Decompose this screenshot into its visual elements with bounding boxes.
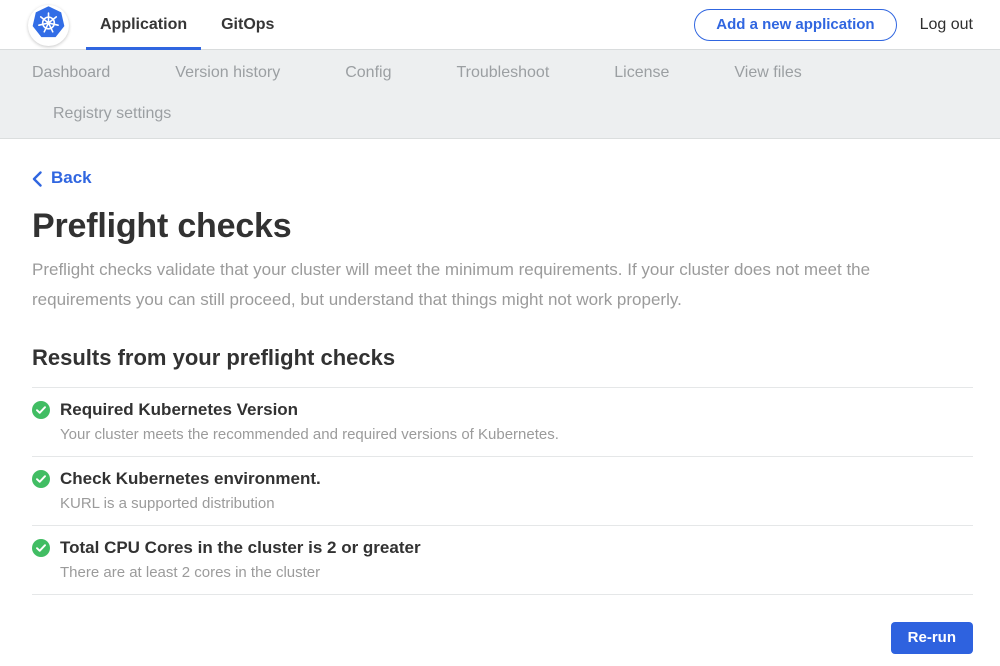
check-pass-icon bbox=[32, 470, 50, 488]
page-title: Preflight checks bbox=[32, 207, 973, 246]
app-subnav: Dashboard Version history Config Trouble… bbox=[0, 50, 1000, 139]
check-title: Required Kubernetes Version bbox=[60, 400, 559, 420]
check-row-kubernetes-environment: Check Kubernetes environment. KURL is a … bbox=[32, 456, 973, 525]
subnav-item-registry-settings[interactable]: Registry settings bbox=[53, 105, 171, 123]
tab-gitops-label: GitOps bbox=[221, 16, 274, 34]
logout-link[interactable]: Log out bbox=[920, 16, 973, 34]
check-text: Total CPU Cores in the cluster is 2 or g… bbox=[60, 538, 421, 581]
subnav-item-dashboard[interactable]: Dashboard bbox=[32, 64, 110, 82]
subnav-row-1: Dashboard Version history Config Trouble… bbox=[0, 52, 1000, 93]
kubernetes-helm-icon bbox=[30, 4, 67, 46]
check-pass-icon bbox=[32, 539, 50, 557]
check-detail: Your cluster meets the recommended and r… bbox=[60, 426, 559, 443]
check-text: Check Kubernetes environment. KURL is a … bbox=[60, 469, 321, 512]
check-detail: There are at least 2 cores in the cluste… bbox=[60, 564, 421, 581]
tab-gitops[interactable]: GitOps bbox=[207, 0, 288, 49]
check-row-cpu-cores: Total CPU Cores in the cluster is 2 or g… bbox=[32, 525, 973, 594]
check-detail: KURL is a supported distribution bbox=[60, 495, 321, 512]
add-new-application-button[interactable]: Add a new application bbox=[694, 9, 896, 41]
preflight-results-list: Required Kubernetes Version Your cluster… bbox=[32, 387, 973, 595]
tab-application-label: Application bbox=[100, 16, 187, 34]
subnav-row-2: Registry settings bbox=[0, 93, 1000, 134]
check-title: Check Kubernetes environment. bbox=[60, 469, 321, 489]
subnav-item-config[interactable]: Config bbox=[345, 64, 391, 82]
check-text: Required Kubernetes Version Your cluster… bbox=[60, 400, 559, 443]
rerun-button[interactable]: Re-run bbox=[891, 622, 973, 654]
subnav-item-troubleshoot[interactable]: Troubleshoot bbox=[456, 64, 549, 82]
check-pass-icon bbox=[32, 401, 50, 419]
subnav-item-license[interactable]: License bbox=[614, 64, 669, 82]
top-header: Application GitOps Add a new application… bbox=[0, 0, 1000, 50]
page-description: Preflight checks validate that your clus… bbox=[32, 255, 950, 315]
header-actions: Add a new application Log out bbox=[694, 9, 973, 41]
preflight-page: Back Preflight checks Preflight checks v… bbox=[0, 139, 1000, 654]
chevron-left-icon bbox=[32, 170, 42, 187]
kubernetes-logo bbox=[28, 5, 69, 46]
check-title: Total CPU Cores in the cluster is 2 or g… bbox=[60, 538, 421, 558]
back-link[interactable]: Back bbox=[32, 168, 92, 188]
subnav-item-version-history[interactable]: Version history bbox=[175, 64, 280, 82]
results-heading: Results from your preflight checks bbox=[32, 345, 973, 371]
subnav-item-view-files[interactable]: View files bbox=[734, 64, 801, 82]
primary-tabs: Application GitOps bbox=[86, 0, 288, 49]
tab-application[interactable]: Application bbox=[86, 0, 201, 49]
back-label: Back bbox=[51, 168, 92, 188]
check-row-kubernetes-version: Required Kubernetes Version Your cluster… bbox=[32, 387, 973, 456]
page-footer: Re-run bbox=[32, 622, 973, 654]
